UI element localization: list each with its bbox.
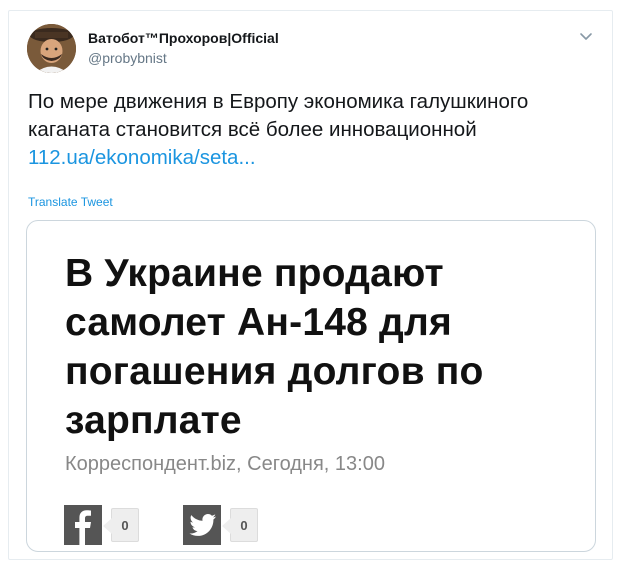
twitter-share[interactable]: 0 <box>183 505 258 545</box>
twitter-bird-icon[interactable] <box>183 505 221 545</box>
facebook-share-count: 0 <box>103 508 139 542</box>
chevron-down-icon[interactable] <box>578 30 594 42</box>
card-source-line: Корреспондент.biz, Сегодня, 13:00 <box>65 453 385 475</box>
facebook-share[interactable]: 0 <box>64 505 139 545</box>
twitter-share-count: 0 <box>222 508 258 542</box>
tweet-text: По мере движения в Европу экономика галу… <box>28 88 603 172</box>
avatar[interactable] <box>27 24 76 73</box>
translate-tweet-link[interactable]: Translate Tweet <box>28 195 113 209</box>
card-headline-line: погашения долгов по <box>65 350 484 393</box>
facebook-icon[interactable] <box>64 505 102 545</box>
author-display-name[interactable]: Ватобот™Прохоров|Official <box>88 30 279 46</box>
tweet-text-line: По мере движения в Европу экономика галу… <box>28 90 529 113</box>
card-headline-line: зарплате <box>65 399 242 442</box>
tweet-link[interactable]: 112.ua/ekonomika/seta... <box>28 146 256 169</box>
author-handle[interactable]: @probybnist <box>88 50 167 66</box>
link-preview-card[interactable]: В Украине продают самолет Ан-148 для пог… <box>26 220 596 552</box>
tweet-text-line: каганата становится всё более инновацион… <box>28 118 477 141</box>
card-headline-line: В Украине продают <box>65 252 444 295</box>
card-headline-line: самолет Ан-148 для <box>65 301 452 344</box>
card-headline: В Украине продают самолет Ан-148 для пог… <box>65 249 585 445</box>
